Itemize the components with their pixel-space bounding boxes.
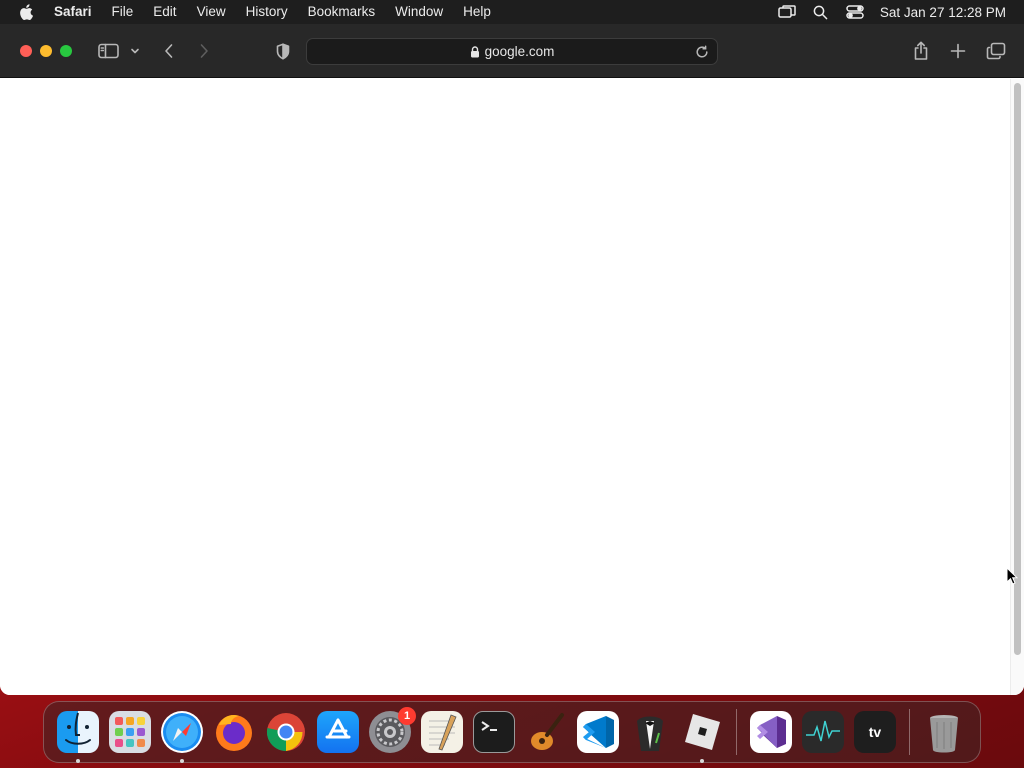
menu-view[interactable]: View xyxy=(187,0,236,24)
activity-monitor-icon xyxy=(806,720,840,742)
dock-chrome[interactable] xyxy=(265,711,307,753)
dock-activity-monitor[interactable] xyxy=(802,711,844,753)
menu-edit[interactable]: Edit xyxy=(143,0,186,24)
firefox-icon xyxy=(216,715,252,751)
menu-file[interactable]: File xyxy=(102,0,144,24)
sidebar-icon xyxy=(97,43,119,59)
menubar-clock[interactable]: Sat Jan 27 12:28 PM xyxy=(872,5,1024,20)
dock-safari[interactable] xyxy=(161,711,203,763)
chevron-down-icon xyxy=(131,48,139,54)
back-button[interactable] xyxy=(158,38,180,64)
safari-toolbar: google.com xyxy=(0,24,1024,78)
screen-mirroring-icon[interactable] xyxy=(770,0,804,24)
menu-help[interactable]: Help xyxy=(453,0,501,24)
tab-group-menu-button[interactable] xyxy=(128,38,142,64)
forward-button[interactable] xyxy=(193,38,215,64)
dock-visual-studio[interactable] xyxy=(750,711,792,753)
tab-overview-icon xyxy=(986,42,1006,60)
dock-vscode[interactable] xyxy=(577,711,619,753)
dock-firefox[interactable] xyxy=(213,711,255,753)
roblox-icon xyxy=(685,714,720,750)
finder-icon xyxy=(65,712,91,745)
close-window-button[interactable] xyxy=(20,45,32,57)
chevron-left-icon xyxy=(165,44,173,58)
dock-app-store[interactable] xyxy=(317,711,359,753)
launchpad-icon xyxy=(115,717,145,747)
control-center-icon[interactable] xyxy=(838,0,872,24)
reload-button[interactable] xyxy=(693,43,711,61)
textedit-icon xyxy=(429,714,457,751)
menu-app-name[interactable]: Safari xyxy=(52,0,102,24)
dock-textedit[interactable] xyxy=(421,711,463,753)
notification-badge: 1 xyxy=(398,707,416,725)
mouse-cursor-icon xyxy=(1006,567,1018,585)
trash-icon xyxy=(930,715,958,753)
dock-terminal[interactable] xyxy=(473,711,515,753)
minimize-window-button[interactable] xyxy=(40,45,52,57)
dock-finder[interactable] xyxy=(57,711,99,763)
running-indicator xyxy=(700,759,704,763)
menu-window[interactable]: Window xyxy=(385,0,453,24)
menu-bar: Safari File Edit View History Bookmarks … xyxy=(0,0,1024,24)
dock-separator xyxy=(909,709,910,755)
safari-window: google.com xyxy=(0,24,1024,695)
bartender-icon xyxy=(637,716,663,751)
url-text: google.com xyxy=(484,44,555,59)
new-tab-button[interactable] xyxy=(947,38,969,64)
dock-launchpad[interactable] xyxy=(109,711,151,753)
shield-icon xyxy=(276,42,290,59)
dock-separator xyxy=(736,709,737,755)
share-icon xyxy=(914,41,928,60)
running-indicator xyxy=(76,759,80,763)
dock-garageband[interactable] xyxy=(525,711,567,753)
address-bar[interactable]: google.com xyxy=(306,38,718,65)
terminal-icon xyxy=(481,721,497,731)
vscode-icon xyxy=(583,716,614,748)
plus-icon xyxy=(950,43,966,59)
zoom-window-button[interactable] xyxy=(60,45,72,57)
web-content-area[interactable] xyxy=(0,79,1024,695)
app-store-icon xyxy=(325,718,351,739)
safari-icon xyxy=(163,713,201,751)
tab-overview-button[interactable] xyxy=(984,38,1008,64)
dock-trash[interactable] xyxy=(923,711,965,753)
dock-bartender[interactable] xyxy=(629,711,671,753)
vertical-scrollbar[interactable] xyxy=(1010,79,1024,695)
menu-history[interactable]: History xyxy=(236,0,298,24)
menu-bookmarks[interactable]: Bookmarks xyxy=(298,0,386,24)
garageband-icon xyxy=(531,713,564,750)
lock-icon xyxy=(470,45,479,57)
dock-system-settings[interactable]: 1 xyxy=(369,707,416,753)
visual-studio-icon xyxy=(757,716,786,748)
dock-roblox[interactable] xyxy=(681,711,723,763)
sidebar-toggle-button[interactable] xyxy=(96,38,120,64)
dock: 1 tv xyxy=(43,701,981,763)
apple-menu-icon[interactable] xyxy=(0,0,52,24)
window-controls xyxy=(20,45,72,57)
dock-apple-tv[interactable]: tv xyxy=(854,711,896,753)
privacy-report-button[interactable] xyxy=(272,38,294,64)
chevron-right-icon xyxy=(200,44,208,58)
share-button[interactable] xyxy=(910,38,932,64)
spotlight-search-icon[interactable] xyxy=(804,0,838,24)
reload-icon xyxy=(696,45,708,58)
chrome-icon xyxy=(266,713,305,752)
running-indicator xyxy=(180,759,184,763)
apple-tv-icon: tv xyxy=(868,724,882,740)
